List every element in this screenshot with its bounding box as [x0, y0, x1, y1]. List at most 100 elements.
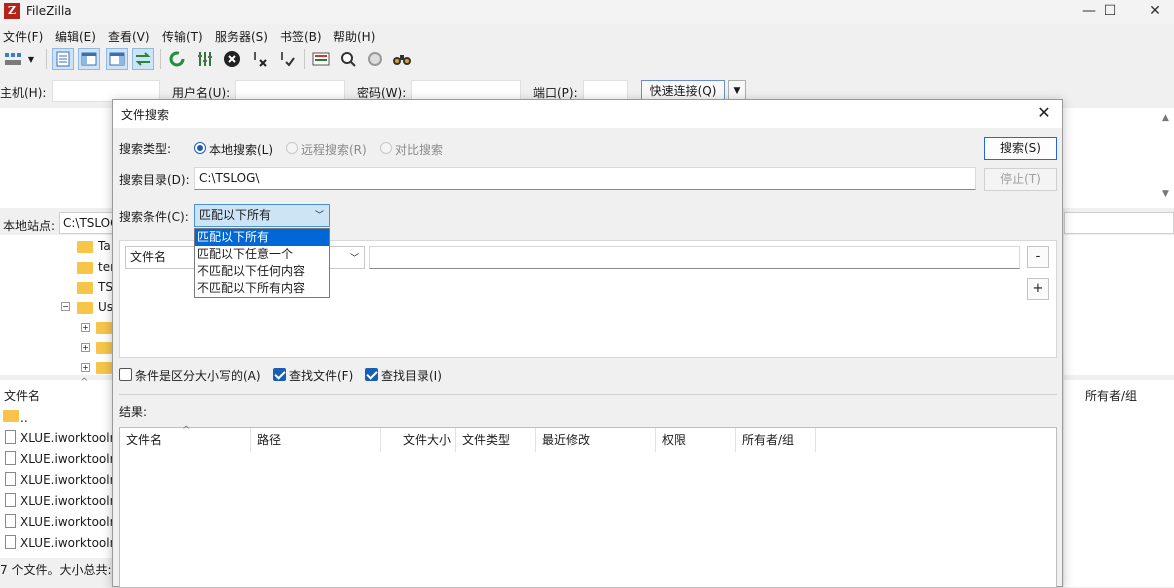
radio-local-search-label[interactable]: 本地搜索(L) [209, 141, 273, 158]
folder-icon [77, 302, 93, 314]
folder-icon [96, 362, 112, 374]
tree-item[interactable]: Ta [98, 239, 111, 253]
tree-item[interactable]: TS [98, 280, 113, 294]
parent-directory[interactable]: .. [20, 411, 28, 425]
condition-value-input[interactable] [369, 246, 1020, 269]
reconnect-icon[interactable] [276, 48, 298, 70]
expand-icon[interactable]: + [81, 363, 90, 372]
menu-help[interactable]: 帮助(H) [333, 28, 375, 45]
results-column-size[interactable]: 文件大小 [381, 428, 456, 452]
case-sensitive-checkbox[interactable] [119, 368, 132, 381]
scroll-up-icon[interactable]: ▲ [1162, 113, 1169, 123]
scroll-down-icon[interactable]: ▼ [1162, 189, 1169, 199]
find-files-label[interactable]: 查找文件(F) [289, 367, 353, 384]
file-icon [5, 430, 16, 444]
collapse-icon[interactable]: − [61, 302, 70, 311]
file-row[interactable]: XLUE.iworktoolr [20, 473, 115, 487]
host-label: 主机(H): [0, 86, 47, 100]
menu-server[interactable]: 服务器(S) [215, 28, 268, 45]
folder-icon [3, 410, 19, 422]
sort-ascending-icon: ^ [182, 425, 191, 436]
file-row[interactable]: XLUE.iworktoolr [20, 515, 115, 529]
radio-compare-search[interactable] [380, 142, 392, 154]
results-column-modified[interactable]: 最近修改 [536, 428, 656, 452]
results-column-type[interactable]: 文件类型 [456, 428, 536, 452]
condition-option[interactable]: 匹配以下任意一个 [195, 246, 329, 263]
condition-dropdown-list: 匹配以下所有 匹配以下任意一个 不匹配以下任何内容 不匹配以下所有内容 [194, 228, 330, 298]
column-owner-group[interactable]: 所有者/组 [1085, 387, 1137, 404]
condition-option[interactable]: 匹配以下所有 [195, 229, 329, 246]
search-binoculars-icon[interactable] [391, 48, 413, 70]
folder-icon [96, 322, 112, 334]
results-column-path[interactable]: 路径 [251, 428, 381, 452]
filezilla-logo-icon: Z [4, 3, 20, 19]
case-sensitive-label[interactable]: 条件是区分大小写的(A) [135, 367, 261, 384]
toggle-queue-icon[interactable] [132, 48, 154, 70]
close-button[interactable]: ✕ [1135, 0, 1174, 24]
menu-transfer[interactable]: 传输(T) [162, 28, 203, 45]
search-button[interactable]: 搜索(S) [984, 137, 1057, 160]
dialog-title: 文件搜索 [121, 108, 170, 122]
site-manager-dropdown-icon[interactable]: ▼ [24, 48, 38, 70]
disconnect-icon[interactable] [249, 48, 271, 70]
divider [119, 394, 1057, 395]
site-manager-icon[interactable] [2, 48, 24, 70]
condition-option[interactable]: 不匹配以下所有内容 [195, 280, 329, 297]
refresh-icon[interactable] [166, 48, 188, 70]
file-row[interactable]: XLUE.iworktoolr [20, 494, 115, 508]
local-status-text: 7 个文件。大小总共: [0, 563, 112, 577]
results-column-permissions[interactable]: 权限 [656, 428, 736, 452]
toggle-log-icon[interactable] [52, 48, 74, 70]
remove-condition-button[interactable]: - [1027, 246, 1049, 268]
field-select[interactable]: 文件名 [125, 246, 195, 269]
file-row[interactable]: XLUE.iworktoolr [20, 431, 115, 445]
find-directories-checkbox[interactable] [365, 368, 378, 381]
radio-remote-search-label[interactable]: 远程搜索(R) [301, 141, 367, 158]
radio-local-search[interactable] [194, 142, 206, 154]
file-icon [5, 451, 16, 465]
column-filename[interactable]: 文件名 [4, 387, 40, 404]
menu-file[interactable]: 文件(F) [3, 28, 43, 45]
file-row[interactable]: XLUE.iworktoolr [20, 452, 115, 466]
file-icon [5, 493, 16, 507]
expand-icon[interactable]: + [81, 323, 90, 332]
folder-icon [77, 282, 93, 294]
maximize-button[interactable]: ☐ [1090, 0, 1130, 24]
remote-file-list [1064, 380, 1174, 587]
radio-compare-search-label[interactable]: 对比搜索 [395, 141, 443, 158]
local-site-path[interactable]: C:\TSLOG [59, 212, 119, 234]
toggle-remote-tree-icon[interactable] [106, 48, 128, 70]
results-label: 结果: [119, 405, 148, 419]
directory-compare-icon[interactable] [337, 48, 359, 70]
condition-select[interactable]: 匹配以下所有 ﹀ [194, 204, 330, 227]
menu-edit[interactable]: 编辑(E) [55, 28, 96, 45]
stop-button[interactable]: 停止(T) [984, 168, 1057, 191]
results-column-owner-group[interactable]: 所有者/组 [736, 428, 816, 452]
sync-browsing-icon[interactable] [364, 48, 386, 70]
add-condition-button[interactable]: + [1027, 278, 1049, 300]
search-type-label: 搜索类型: [119, 142, 172, 156]
condition-option[interactable]: 不匹配以下任何内容 [195, 263, 329, 280]
local-file-list [0, 380, 112, 558]
cancel-operation-icon[interactable] [221, 48, 243, 70]
expand-icon[interactable]: + [81, 343, 90, 352]
process-queue-icon[interactable] [194, 48, 216, 70]
local-tree-pane [0, 235, 112, 375]
toggle-local-tree-icon[interactable] [78, 48, 100, 70]
tree-item[interactable]: Us [98, 300, 113, 314]
field-select-value: 文件名 [130, 250, 167, 264]
remote-site-path[interactable] [1064, 212, 1174, 234]
dialog-title-bar [113, 100, 1062, 128]
window-title: FileZilla [26, 4, 72, 18]
dialog-close-icon[interactable]: ✕ [1032, 102, 1056, 124]
search-directory-input[interactable]: C:\TSLOG\ [194, 167, 976, 190]
find-directories-label[interactable]: 查找目录(I) [381, 367, 442, 384]
radio-remote-search[interactable] [286, 142, 298, 154]
menu-bookmarks[interactable]: 书签(B) [280, 28, 322, 45]
find-files-checkbox[interactable] [273, 368, 286, 381]
chevron-down-icon: ﹀ [314, 211, 324, 221]
file-row[interactable]: XLUE.iworktoolr [20, 536, 115, 550]
condition-select-value: 匹配以下所有 [199, 208, 272, 222]
directory-listing-filter-icon[interactable] [310, 48, 332, 70]
menu-view[interactable]: 查看(V) [108, 28, 150, 45]
